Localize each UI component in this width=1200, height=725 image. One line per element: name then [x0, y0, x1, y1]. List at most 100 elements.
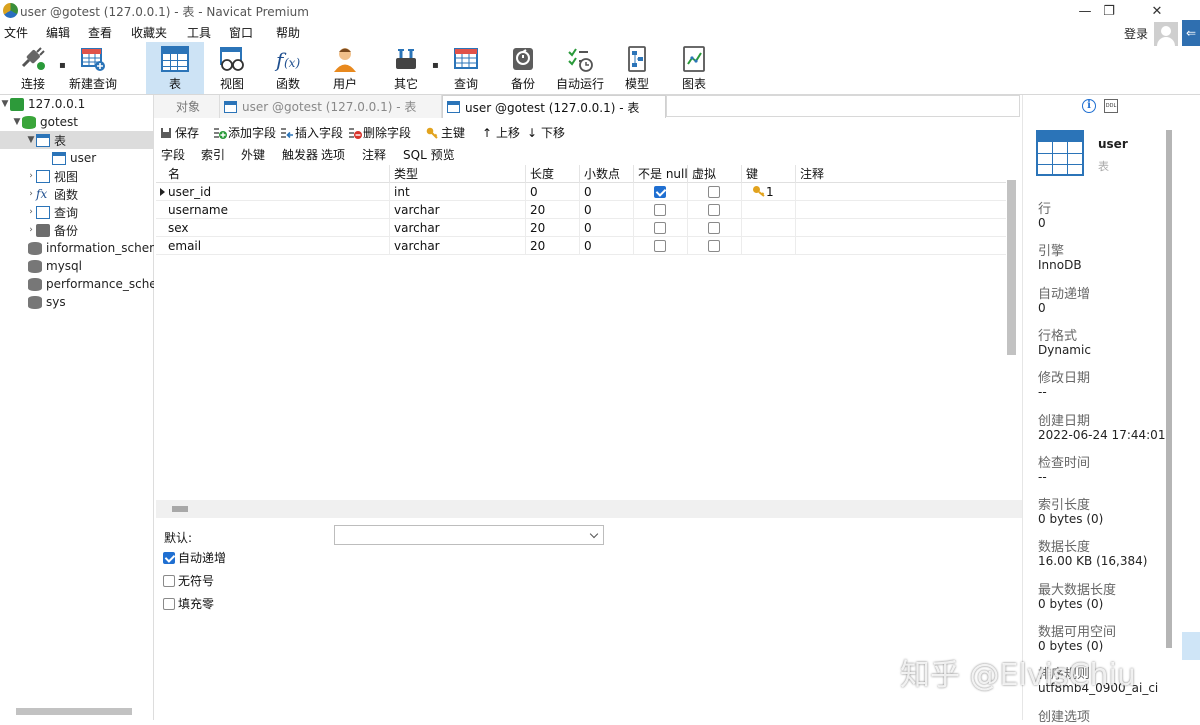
- subtab-fields[interactable]: 字段: [161, 146, 185, 163]
- tree-item-database[interactable]: sys: [0, 293, 154, 311]
- default-value-select[interactable]: [334, 525, 604, 545]
- expand-icon[interactable]: ›: [26, 171, 36, 181]
- subtab-sql-preview[interactable]: SQL 预览: [403, 146, 455, 163]
- collapse-icon[interactable]: ▼: [0, 99, 10, 109]
- grid-vertical-scrollbar[interactable]: [1007, 180, 1016, 355]
- toolbar-schedule-button[interactable]: 自动运行: [551, 42, 609, 94]
- cell-name[interactable]: email: [164, 237, 390, 255]
- cell-key[interactable]: [742, 237, 796, 255]
- column-header-virtual[interactable]: 虚拟: [688, 165, 742, 183]
- table-row[interactable]: sex varchar 20 0: [156, 219, 1006, 237]
- toolbar-function-button[interactable]: f (x) 函数: [259, 42, 317, 94]
- checkbox-checked-icon[interactable]: [163, 551, 175, 564]
- column-header-length[interactable]: 长度: [526, 165, 580, 183]
- primary-key-button[interactable]: 主键: [426, 124, 465, 141]
- tree-item-database[interactable]: performance_schema: [0, 275, 154, 293]
- cell-type[interactable]: varchar: [390, 237, 526, 255]
- virtual-checkbox[interactable]: [708, 186, 720, 198]
- cell-length[interactable]: 20: [526, 219, 580, 237]
- maximize-button[interactable]: ❐: [1086, 0, 1132, 22]
- cell-type[interactable]: varchar: [390, 219, 526, 237]
- column-header-key[interactable]: 键: [742, 165, 796, 183]
- tab-table-design[interactable]: user @gotest (127.0.0.1) - 表: [220, 95, 442, 118]
- toolbar-model-button[interactable]: 模型: [608, 42, 666, 94]
- sidebar-scrollbar[interactable]: [16, 708, 132, 715]
- cell-decimals[interactable]: 0: [580, 201, 634, 219]
- auto-increment-checkbox[interactable]: 自动递增: [163, 549, 226, 566]
- toolbar-table-button[interactable]: 表: [146, 42, 204, 94]
- menu-window[interactable]: 窗口: [229, 24, 253, 41]
- save-button[interactable]: 保存: [160, 124, 199, 141]
- tree-item-database-gotest[interactable]: ▼ gotest: [0, 113, 154, 131]
- expand-icon[interactable]: ›: [26, 189, 36, 199]
- tree-item-queries[interactable]: › 查询: [0, 203, 154, 221]
- info-panel-scrollbar[interactable]: [1166, 130, 1172, 648]
- toolbar-backup-button[interactable]: 备份: [494, 42, 552, 94]
- toolbar-connection-button[interactable]: 连接: [4, 42, 62, 94]
- move-down-button[interactable]: ↓ 下移: [526, 124, 565, 141]
- tab-table-design-active[interactable]: user @gotest (127.0.0.1) - 表: [442, 95, 666, 118]
- tree-item-views[interactable]: › 视图: [0, 167, 154, 185]
- menu-favorites[interactable]: 收藏夹: [131, 24, 167, 41]
- cell-decimals[interactable]: 0: [580, 237, 634, 255]
- column-header-comment[interactable]: 注释: [796, 165, 1006, 183]
- tree-item-functions[interactable]: › fx 函数: [0, 185, 154, 203]
- not-null-checkbox[interactable]: [654, 240, 666, 252]
- expand-icon[interactable]: ›: [26, 225, 36, 235]
- checkbox-icon[interactable]: [163, 574, 175, 587]
- column-header-type[interactable]: 类型: [390, 165, 526, 183]
- subtab-triggers[interactable]: 触发器: [282, 146, 318, 163]
- table-row[interactable]: user_id int 0 0 1: [156, 183, 1006, 201]
- cell-comment[interactable]: [796, 219, 1006, 237]
- cell-name[interactable]: user_id: [164, 183, 390, 201]
- table-row[interactable]: username varchar 20 0: [156, 201, 1006, 219]
- menu-file[interactable]: 文件: [4, 24, 28, 41]
- not-null-checkbox[interactable]: [654, 186, 666, 198]
- checkbox-icon[interactable]: [163, 597, 175, 610]
- cell-comment[interactable]: [796, 237, 1006, 255]
- menu-help[interactable]: 帮助: [276, 24, 300, 41]
- tree-item-tables[interactable]: ▼ 表: [0, 131, 154, 149]
- cell-key[interactable]: 1: [742, 183, 796, 201]
- table-row[interactable]: email varchar 20 0: [156, 237, 1006, 255]
- cell-type[interactable]: int: [390, 183, 526, 201]
- cell-key[interactable]: [742, 219, 796, 237]
- cell-type[interactable]: varchar: [390, 201, 526, 219]
- menu-edit[interactable]: 编辑: [46, 24, 70, 41]
- tree-item-backups[interactable]: › 备份: [0, 221, 154, 239]
- column-header-name[interactable]: 名: [164, 165, 390, 183]
- close-button[interactable]: ✕: [1134, 0, 1180, 22]
- virtual-checkbox[interactable]: [708, 240, 720, 252]
- column-header-decimals[interactable]: 小数点: [580, 165, 634, 183]
- cell-name[interactable]: username: [164, 201, 390, 219]
- ddl-icon[interactable]: DDL: [1104, 99, 1118, 113]
- insert-field-button[interactable]: 插入字段: [280, 124, 343, 141]
- tree-item-database[interactable]: mysql: [0, 257, 154, 275]
- toolbar-view-button[interactable]: 视图: [203, 42, 261, 94]
- toolbar-other-button[interactable]: 其它: [377, 42, 435, 94]
- cell-name[interactable]: sex: [164, 219, 390, 237]
- subtab-options[interactable]: 选项: [321, 146, 345, 163]
- cell-decimals[interactable]: 0: [580, 183, 634, 201]
- expand-icon[interactable]: ›: [26, 207, 36, 217]
- grid-horizontal-scrollbar[interactable]: [172, 506, 188, 512]
- virtual-checkbox[interactable]: [708, 204, 720, 216]
- collapse-icon[interactable]: ▼: [26, 135, 36, 145]
- menu-view[interactable]: 查看: [88, 24, 112, 41]
- cell-decimals[interactable]: 0: [580, 219, 634, 237]
- cell-key[interactable]: [742, 201, 796, 219]
- delete-field-button[interactable]: 删除字段: [348, 124, 411, 141]
- cell-comment[interactable]: [796, 183, 1006, 201]
- tree-item-database[interactable]: information_schema: [0, 239, 154, 257]
- unsigned-checkbox[interactable]: 无符号: [163, 572, 214, 589]
- virtual-checkbox[interactable]: [708, 222, 720, 234]
- toolbar-query-button[interactable]: 查询: [437, 42, 495, 94]
- subtab-comment[interactable]: 注释: [362, 146, 386, 163]
- subtab-foreign-keys[interactable]: 外键: [241, 146, 265, 163]
- not-null-checkbox[interactable]: [654, 222, 666, 234]
- toolbar-chart-button[interactable]: 图表: [665, 42, 723, 94]
- cell-length[interactable]: 20: [526, 237, 580, 255]
- not-null-checkbox[interactable]: [654, 204, 666, 216]
- info-icon[interactable]: i: [1082, 99, 1096, 113]
- cell-comment[interactable]: [796, 201, 1006, 219]
